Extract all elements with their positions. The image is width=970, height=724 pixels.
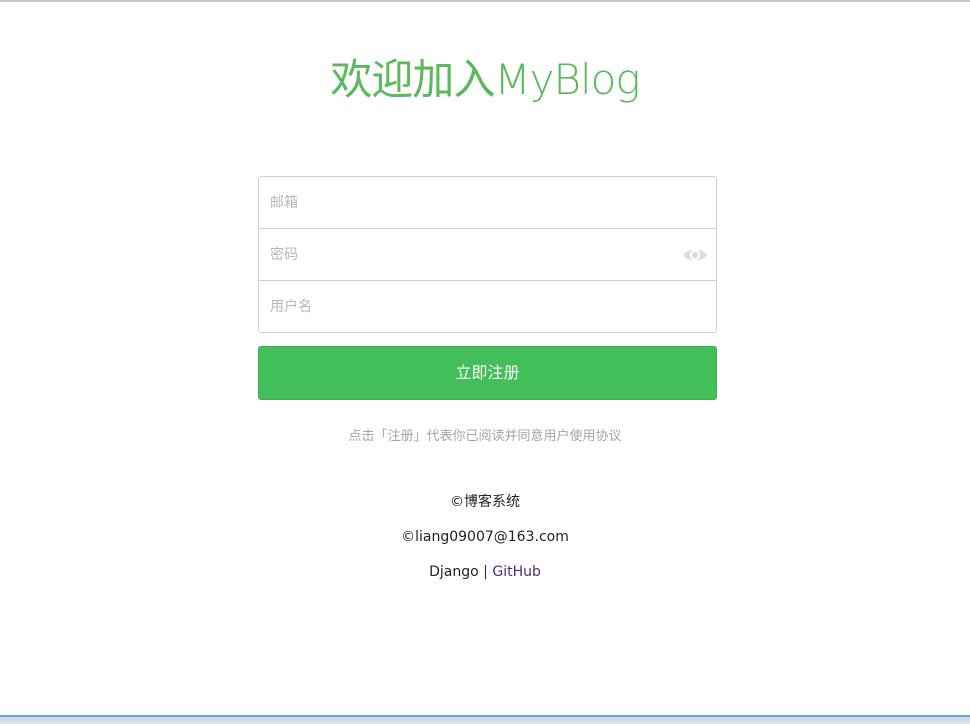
agreement-notice: 点击「注册」代表你已阅读并同意用户使用协议 [348, 429, 622, 444]
footer-system-name: ©博客系统 [450, 494, 520, 510]
footer-contact-email: ©liang09007@163.com [401, 529, 569, 545]
footer-links: Django | GitHub [0, 561, 970, 596]
username-field[interactable] [259, 281, 716, 332]
register-form: 立即注册 [258, 176, 717, 400]
password-field-container [258, 228, 717, 281]
github-link[interactable]: GitHub [492, 564, 541, 580]
footer-separator: | [483, 564, 488, 580]
username-field-container [258, 280, 717, 333]
eye-icon[interactable] [682, 243, 708, 267]
page-title: 欢迎加入MyBlog [330, 55, 640, 104]
registration-page: 欢迎加入MyBlog 立即注册 点击「注册」代表你已阅读并同意用户使用协议 ©博… [0, 0, 970, 724]
register-button[interactable]: 立即注册 [258, 346, 717, 400]
footer: ©博客系统 ©liang09007@163.com Django | GitHu… [0, 491, 970, 596]
password-field[interactable] [259, 229, 716, 280]
window-bottom-edge [0, 715, 970, 724]
email-field[interactable] [259, 177, 716, 228]
email-field-container [258, 176, 717, 229]
footer-framework: Django [429, 564, 479, 580]
